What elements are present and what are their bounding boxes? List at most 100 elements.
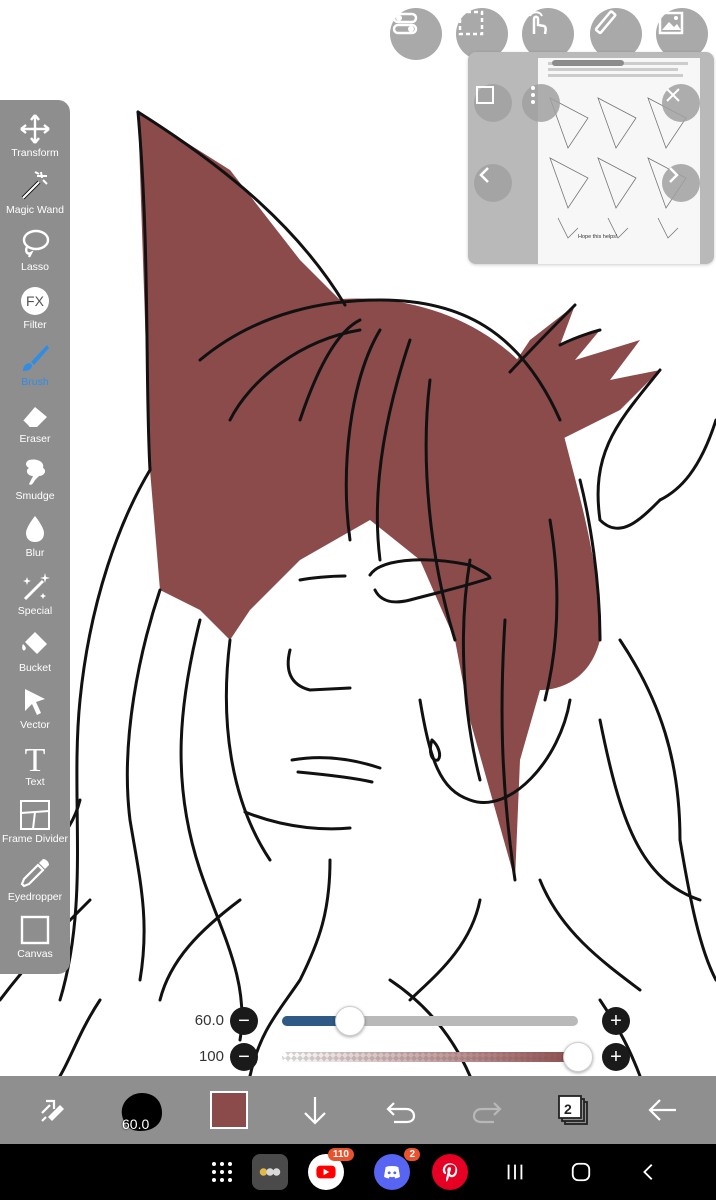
- tool-text[interactable]: T Text: [0, 739, 70, 796]
- reference-next-button[interactable]: [662, 164, 700, 202]
- brush-size-knob[interactable]: [335, 1006, 366, 1036]
- tool-label: Vector: [20, 719, 50, 731]
- back-button[interactable]: [630, 1076, 696, 1144]
- opacity-knob[interactable]: [563, 1042, 593, 1072]
- tool-label: Blur: [25, 547, 45, 560]
- drawing-canvas[interactable]: Hope this helps! 60.0 − + 100 − +: [0, 0, 716, 1076]
- fx-icon: FX: [18, 284, 52, 318]
- color-picker-button[interactable]: [196, 1076, 262, 1144]
- vector-arrow-icon: [18, 684, 52, 718]
- chevron-left-icon: [643, 1164, 653, 1180]
- import-button[interactable]: [284, 1076, 346, 1144]
- youtube-app-icon[interactable]: 110: [306, 1148, 354, 1192]
- tool-filter[interactable]: FX Filter: [0, 282, 70, 339]
- reference-close-button[interactable]: [662, 84, 700, 122]
- layers-icon: [558, 1095, 588, 1125]
- blur-drop-icon: [18, 512, 52, 546]
- system-nav-bar: 110 2: [0, 1144, 716, 1200]
- tool-smudge[interactable]: Smudge: [0, 453, 70, 510]
- tool-magic-wand[interactable]: Magic Wand: [0, 167, 70, 224]
- tool-transform[interactable]: Transform: [0, 110, 70, 167]
- redo-icon: [472, 1102, 502, 1124]
- tool-label: Canvas: [17, 947, 53, 960]
- app-drawer-button[interactable]: [204, 1152, 240, 1192]
- discord-app-icon[interactable]: 2: [372, 1148, 420, 1192]
- bucket-icon: [18, 627, 52, 661]
- tool-label: Eraser: [19, 433, 51, 445]
- tool-blur[interactable]: Blur: [0, 510, 70, 567]
- recents-icon: [507, 1164, 523, 1180]
- pinterest-app-icon[interactable]: [430, 1152, 470, 1192]
- arrow-down-icon: [304, 1097, 326, 1125]
- special-brush-icon: [18, 570, 52, 604]
- tool-label: Magic Wand: [6, 204, 64, 217]
- transform-swap-button[interactable]: [20, 1076, 86, 1144]
- text-icon: T: [18, 741, 52, 775]
- bottom-app-bar: 60.0 2: [0, 1076, 716, 1144]
- tool-bucket[interactable]: Bucket: [0, 625, 70, 682]
- brush-size-preview-button[interactable]: 60.0: [108, 1076, 174, 1144]
- magic-wand-icon: [18, 169, 52, 203]
- brush-size-slider-row: 60.0 − +: [170, 1005, 640, 1037]
- home-button[interactable]: [566, 1152, 596, 1192]
- reference-options-button[interactable]: [522, 84, 560, 122]
- brush-size-increase-button[interactable]: +: [602, 1007, 630, 1035]
- tool-label: Lasso: [20, 261, 50, 274]
- reference-grab-handle[interactable]: [552, 60, 624, 66]
- brush-size-track[interactable]: [282, 1016, 578, 1026]
- system-back-button[interactable]: [634, 1152, 664, 1192]
- eyedropper-icon: [18, 856, 52, 890]
- current-color-swatch: [210, 1091, 248, 1129]
- tool-label: Frame Divider: [2, 833, 68, 846]
- tool-label: Transform: [11, 147, 59, 159]
- reference-prev-button[interactable]: [474, 164, 512, 202]
- more-vertical-icon: [531, 86, 535, 104]
- tool-label: Special: [17, 604, 53, 617]
- tool-frame-divider[interactable]: Frame Divider: [0, 796, 70, 853]
- tool-eyedropper[interactable]: Eyedropper: [0, 854, 70, 911]
- tool-special[interactable]: Special: [0, 568, 70, 625]
- tool-canvas[interactable]: Canvas: [0, 911, 70, 968]
- opacity-decrease-button[interactable]: −: [230, 1043, 258, 1071]
- opacity-value: 100: [198, 1048, 224, 1065]
- toggle-settings-button[interactable]: [390, 8, 442, 60]
- brush-icon: [18, 341, 52, 375]
- layers-button[interactable]: 2: [542, 1076, 604, 1144]
- tool-label: Bucket: [18, 661, 52, 674]
- tool-lasso[interactable]: Lasso: [0, 224, 70, 281]
- frame-divider-icon: [18, 798, 52, 832]
- reference-window[interactable]: Hope this helps!: [468, 52, 714, 264]
- home-icon: [571, 1162, 591, 1182]
- discord-badge: 2: [404, 1148, 420, 1161]
- smudge-icon: [18, 455, 52, 489]
- toggle-settings-icon: [392, 12, 418, 35]
- opacity-slider-row: 100 − +: [170, 1041, 640, 1073]
- recent-apps-button[interactable]: [500, 1152, 530, 1192]
- svg-text:T: T: [25, 742, 46, 774]
- tool-eraser[interactable]: Eraser: [0, 396, 70, 453]
- discord-icon: [384, 1166, 400, 1179]
- reference-crop-button[interactable]: [474, 84, 512, 122]
- layer-count: 2: [564, 1101, 572, 1117]
- undo-icon: [386, 1102, 416, 1124]
- reference-image-icon: [658, 11, 684, 35]
- opacity-track[interactable]: [282, 1052, 578, 1062]
- svg-text:FX: FX: [26, 293, 45, 309]
- opacity-increase-button[interactable]: +: [602, 1043, 630, 1071]
- redo-button[interactable]: [456, 1076, 518, 1144]
- tool-vector[interactable]: Vector: [0, 682, 70, 739]
- swap-tool-icon: [41, 1099, 64, 1122]
- ibis-paint-app-icon[interactable]: [250, 1152, 290, 1192]
- tool-label: Text: [25, 776, 45, 789]
- ibis-paint-icon: [259, 1168, 281, 1176]
- tool-bar: Transform Magic Wand Lasso FX Filter Brush Era…: [0, 100, 70, 974]
- chevron-right-icon: [669, 167, 679, 183]
- tool-label: Eyedropper: [7, 890, 63, 903]
- tool-brush[interactable]: Brush: [0, 339, 70, 396]
- arrow-left-icon: [648, 1099, 676, 1121]
- reference-caption: Hope this helps!: [578, 234, 618, 240]
- pencil-ruler-icon: [594, 10, 617, 35]
- undo-button[interactable]: [370, 1076, 432, 1144]
- brush-size-decrease-button[interactable]: −: [230, 1007, 258, 1035]
- tool-label: Brush: [21, 375, 49, 388]
